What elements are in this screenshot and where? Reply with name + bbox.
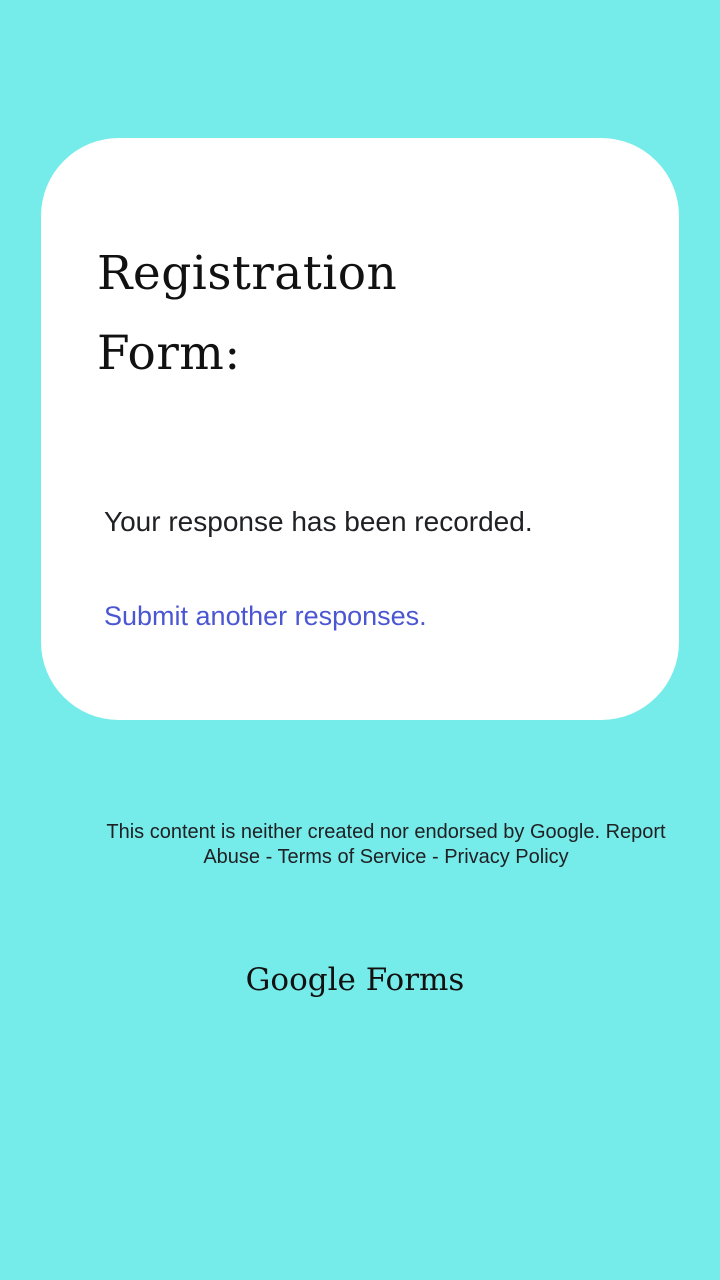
google-forms-logo[interactable]: Google Forms: [0, 958, 710, 1002]
privacy-policy-link[interactable]: Privacy Policy: [444, 846, 568, 868]
footer-disclaimer: This content is neither created nor endo…: [86, 820, 686, 870]
submit-another-response-link[interactable]: Submit another responses.: [104, 598, 427, 634]
terms-of-service-link[interactable]: Terms of Service: [277, 846, 426, 868]
footer-separator: -: [426, 846, 445, 868]
footer-separator: -: [260, 846, 278, 868]
confirmation-card: Registration Form: Your response has bee…: [41, 138, 679, 720]
form-title: Registration Form:: [97, 246, 398, 381]
disclaimer-text: This content is neither created nor endo…: [106, 821, 601, 843]
response-recorded-message: Your response has been recorded.: [104, 506, 533, 537]
